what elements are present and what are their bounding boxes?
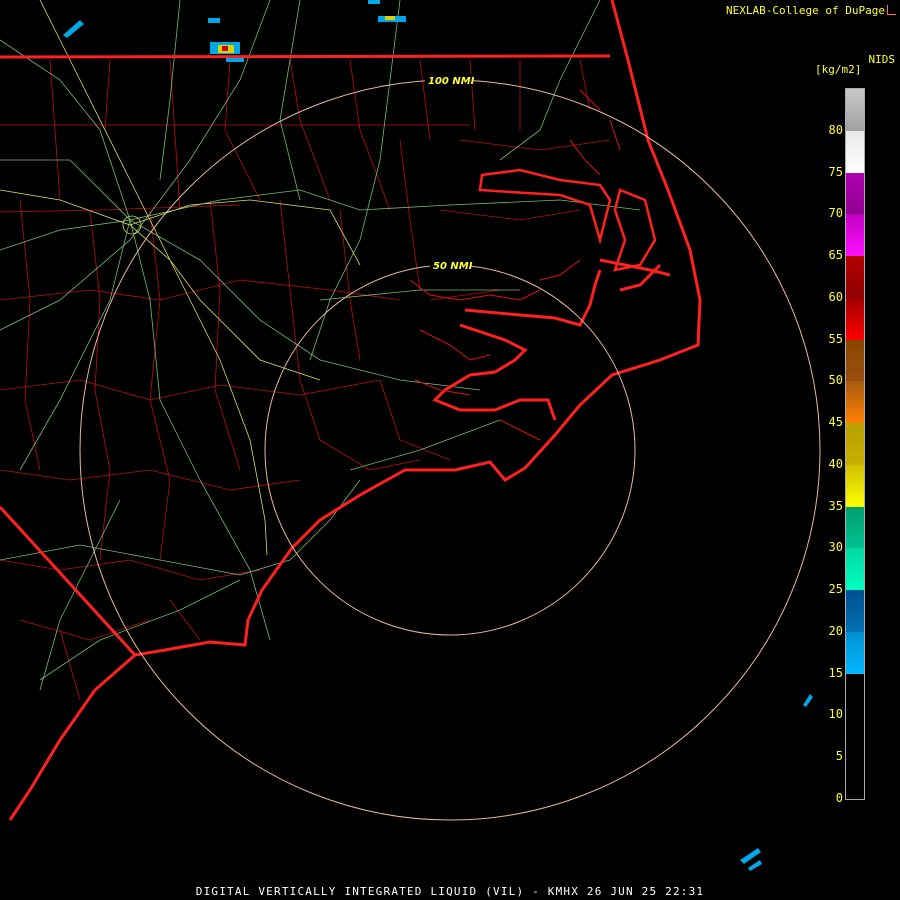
coastline (8, 0, 702, 821)
echo (226, 58, 244, 62)
color-scale-segment (846, 673, 864, 799)
color-scale-bar (845, 88, 865, 800)
color-scale-segment (846, 464, 864, 507)
color-scale-segment (846, 506, 864, 549)
echo (748, 860, 762, 871)
color-scale-segment (846, 339, 864, 382)
color-scale-tick: 75 (828, 164, 843, 179)
color-scale-tick: 60 (828, 289, 843, 304)
product-footer: DIGITAL VERTICALLY INTEGRATED LIQUID (VI… (195, 885, 705, 898)
color-scale-tick: 10 (828, 707, 843, 722)
color-scale-tick: 70 (828, 206, 843, 221)
echo (385, 16, 395, 20)
radar-map: 50 NMI 100 NMI (0, 0, 821, 871)
color-scale-tick: 5 (835, 749, 843, 764)
color-scale-segment (846, 256, 864, 298)
range-ring-50 (264, 264, 636, 636)
interstate-lines (0, 0, 361, 556)
echo (803, 694, 813, 707)
color-scale-tick: 80 (828, 122, 843, 137)
credit-text: NEXLAB-College of DuPage (726, 4, 885, 17)
echo (208, 18, 220, 23)
ring-label-50: 50 NMI (433, 261, 473, 272)
color-scale-segment (846, 423, 864, 465)
color-scale-segment (846, 214, 864, 257)
product-code: NIDS (868, 53, 896, 66)
radar-echoes (63, 0, 813, 871)
color-scale-segment (846, 590, 864, 632)
color-scale-segment (846, 89, 864, 131)
echo (222, 46, 228, 51)
echo (63, 20, 84, 38)
color-scale-tick: 45 (828, 415, 843, 430)
credit-label: NEXLAB-College of DuPage (726, 4, 896, 17)
color-scale-segment (846, 548, 864, 591)
color-scale-tick: 30 (828, 540, 843, 555)
chart-icon (887, 5, 896, 15)
color-scale-tick: 55 (828, 331, 843, 346)
color-scale-tick: 65 (828, 248, 843, 263)
echo (368, 0, 380, 4)
range-rings (79, 79, 821, 821)
color-scale-tick: 15 (828, 665, 843, 680)
color-scale-segment (846, 172, 864, 215)
color-scale-segment (846, 130, 864, 173)
color-scale-segment (846, 381, 864, 424)
units-label: [kg/m2] (815, 63, 862, 76)
color-scale-segment (846, 631, 864, 674)
color-scale-tick: 35 (828, 498, 843, 513)
color-scale-tick: 40 (828, 456, 843, 471)
color-scale-tick: 0 (835, 791, 843, 805)
range-ring-100 (79, 79, 821, 821)
color-scale-tick: 25 (828, 582, 843, 597)
county-lines (0, 59, 611, 701)
color-scale-tick: 50 (828, 373, 843, 388)
color-scale-tick: 20 (828, 623, 843, 638)
color-scale-segment (846, 297, 864, 340)
ring-label-100: 100 NMI (428, 76, 475, 87)
